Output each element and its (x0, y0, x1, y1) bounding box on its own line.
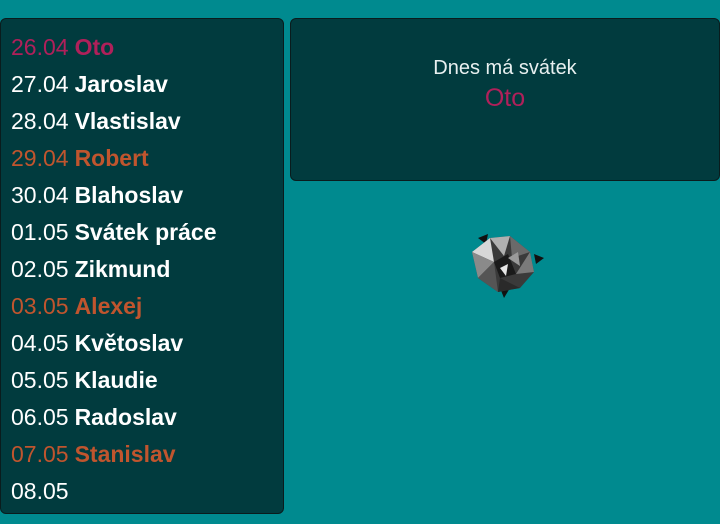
list-item[interactable]: 28.04 Vlastislav (1, 103, 283, 140)
day-name: Alexej (74, 293, 143, 319)
list-item[interactable]: 08.05 (1, 473, 283, 510)
day-name: Blahoslav (74, 182, 184, 208)
day-date: 03.05 (11, 293, 69, 319)
day-name: Oto (74, 34, 115, 60)
day-name: Svátek práce (74, 219, 217, 245)
day-name: Květoslav (74, 330, 184, 356)
nameday-list[interactable]: 26.04 Oto 27.04 Jaroslav 28.04 Vlastislav 2… (0, 18, 284, 514)
day-date: 07.05 (11, 441, 69, 467)
day-date: 06.05 (11, 404, 69, 430)
list-item[interactable]: 07.05 Stanislav (1, 436, 283, 473)
day-date: 27.04 (11, 71, 69, 97)
today-label: Dnes má svátek (433, 57, 577, 79)
day-date: 30.04 (11, 182, 69, 208)
list-item[interactable]: 27.04 Jaroslav (1, 66, 283, 103)
day-date: 29.04 (11, 145, 69, 171)
list-item[interactable]: 29.04 Robert (1, 140, 283, 177)
day-date: 08.05 (11, 478, 69, 504)
day-name: Stanislav (74, 441, 176, 467)
list-item[interactable]: 06.05 Radoslav (1, 399, 283, 436)
list-item[interactable]: 05.05 Klaudie (1, 362, 283, 399)
list-item[interactable]: 26.04 Oto (1, 29, 283, 66)
day-date: 04.05 (11, 330, 69, 356)
day-name: Vlastislav (74, 108, 181, 134)
day-date: 01.05 (11, 219, 69, 245)
day-name: Jaroslav (74, 71, 168, 97)
day-name: Robert (74, 145, 149, 171)
day-date: 05.05 (11, 367, 69, 393)
day-date: 28.04 (11, 108, 69, 134)
list-item[interactable]: 02.05 Zikmund (1, 251, 283, 288)
list-item[interactable]: 03.05 Alexej (1, 288, 283, 325)
today-name: Oto (484, 84, 526, 112)
list-item[interactable]: 04.05 Květoslav (1, 325, 283, 362)
list-item[interactable]: 30.04 Blahoslav (1, 177, 283, 214)
today-nameday-panel: Dnes má svátek Oto (290, 18, 720, 181)
polyhedron-icon (472, 234, 544, 298)
list-item[interactable]: 01.05 Svátek práce (1, 214, 283, 251)
day-name: Radoslav (74, 404, 177, 430)
day-date: 02.05 (11, 256, 69, 282)
day-name: Zikmund (74, 256, 171, 282)
day-name: Klaudie (74, 367, 158, 393)
day-date: 26.04 (11, 34, 69, 60)
